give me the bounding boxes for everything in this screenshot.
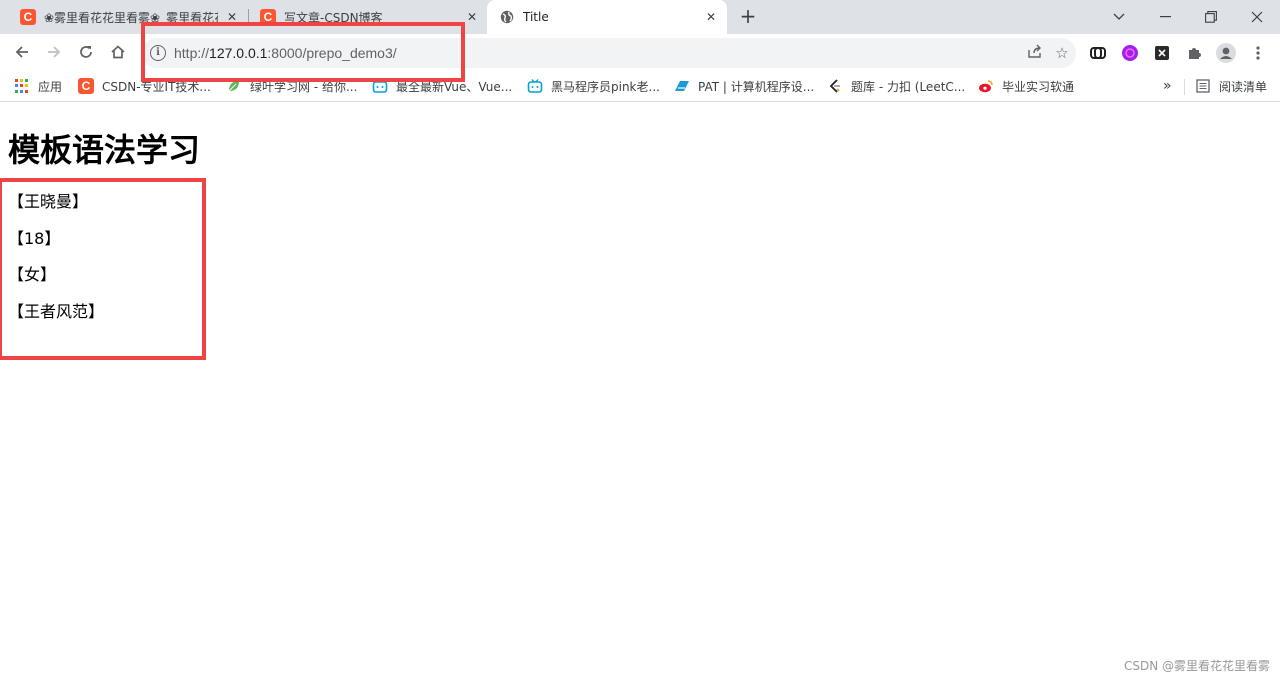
csdn-icon: C [20,9,36,25]
bookmark-pat[interactable]: PAT | 计算机程序设... [674,72,814,100]
csdn-icon: C [78,78,94,94]
home-button[interactable] [104,38,132,66]
bookmark-label: 毕业实习软通 [1002,79,1075,94]
globe-icon [499,9,515,25]
watermark: CSDN @雾里看花花里看雾 [1123,659,1270,673]
share-icon[interactable] [1020,44,1048,63]
close-window-button[interactable] [1234,0,1280,34]
minimize-button[interactable] [1142,0,1188,34]
bookmark-label: 题库 - 力扣 (LeetC... [851,79,966,94]
bookmark-label: PAT | 计算机程序设... [698,79,815,94]
extension-purple-icon[interactable] [1120,43,1140,63]
bookmark-label: 黑马程序员pink老... [551,79,660,94]
overflow-label: » [1163,78,1172,94]
apps-grid-icon [14,78,30,94]
extensions-puzzle-icon[interactable] [1184,43,1204,63]
bookmark-star-icon[interactable]: ☆ [1048,44,1076,62]
bookmark-internship[interactable]: 毕业实习软通 [978,72,1074,100]
tab-search-icon[interactable] [1096,0,1142,34]
close-icon[interactable]: ✕ [464,9,480,25]
tab-title: Title [523,10,549,24]
page-content: 模板语法学习 【王晓曼】 【18】 【女】 【王者风范】 [0,103,1280,680]
reading-list-button[interactable]: 阅读清单 [1195,72,1267,100]
restore-button[interactable] [1188,0,1234,34]
forward-button[interactable] [40,38,68,66]
page-heading: 模板语法学习 [8,131,201,169]
tab-title-active[interactable]: Title ✕ [487,0,727,34]
address-highlight-box [141,22,465,82]
new-tab-button[interactable]: + [736,5,760,29]
back-button[interactable] [8,38,36,66]
pat-icon [674,78,690,94]
bilibili-icon [527,78,543,94]
menu-kebab-icon[interactable] [1248,43,1268,63]
reading-list-label: 阅读清单 [1219,79,1268,94]
profile-avatar-icon[interactable] [1216,43,1236,63]
bookmark-apps[interactable]: 应用 [14,72,62,100]
bookmarks-divider [1184,79,1185,95]
weibo-icon [978,78,994,94]
bookmark-pink[interactable]: 黑马程序员pink老... [527,72,660,100]
close-icon[interactable]: ✕ [703,9,719,25]
extension-link-icon[interactable] [1088,43,1108,63]
extension-x-icon[interactable] [1152,43,1172,63]
content-highlight-box [0,178,206,360]
bookmark-leetcode[interactable]: 题库 - 力扣 (LeetC... [827,72,965,100]
reload-button[interactable] [72,38,100,66]
bookmark-label: 应用 [38,79,63,94]
leetcode-icon [827,78,843,94]
reading-list-icon [1195,78,1211,94]
bookmarks-overflow-button[interactable]: » [1163,72,1172,100]
